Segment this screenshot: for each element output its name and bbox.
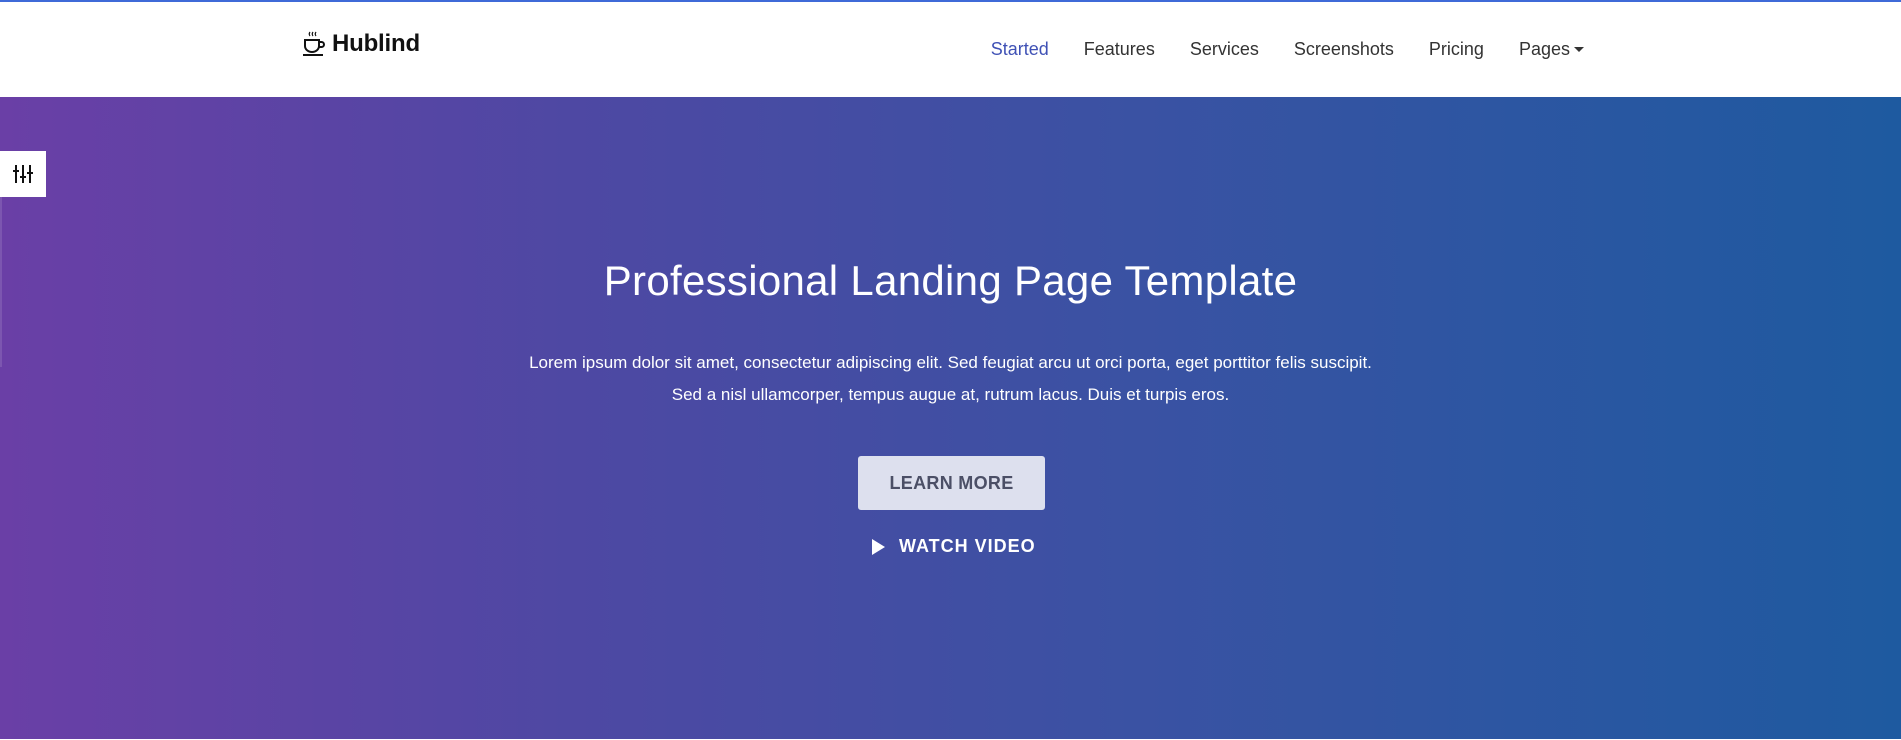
sliders-icon <box>13 165 33 183</box>
settings-toggle-button[interactable] <box>0 151 46 197</box>
chevron-down-icon <box>1574 47 1584 52</box>
nav-item-pages-label: Pages <box>1518 39 1570 59</box>
hero-description-line-2: Sed a nisl ullamcorper, tempus augue at,… <box>671 385 1230 404</box>
nav-item-pages[interactable]: Pages <box>1519 39 1584 60</box>
watch-video-label: WATCH VIDEO <box>899 536 1036 556</box>
learn-more-button[interactable]: LEARN MORE <box>858 456 1045 510</box>
nav-item-services[interactable]: Services <box>1190 39 1259 60</box>
play-icon <box>872 538 885 555</box>
brand-logo[interactable]: Hublind <box>302 30 420 58</box>
nav-item-pricing[interactable]: Pricing <box>1429 39 1484 60</box>
nav-item-screenshots[interactable]: Screenshots <box>1294 39 1394 60</box>
coffee-cup-icon <box>303 31 325 56</box>
hero-title: Professional Landing Page Template <box>603 257 1298 304</box>
hero-description: Lorem ipsum dolor sit amet, consectetur … <box>400 347 1501 411</box>
brand-name: Hublind <box>332 30 420 57</box>
hero-description-line-1: Lorem ipsum dolor sit amet, consectetur … <box>529 353 1372 372</box>
nav-item-started[interactable]: Started <box>991 39 1049 60</box>
hero-section: Professional Landing Page Template Lorem… <box>0 97 1901 739</box>
navbar: Hublind Started Features Services Screen… <box>0 2 1901 97</box>
nav-item-features[interactable]: Features <box>1084 39 1155 60</box>
watch-video-link[interactable]: WATCH VIDEO <box>872 536 1036 557</box>
main-nav: Started Features Services Screenshots Pr… <box>956 39 1584 60</box>
